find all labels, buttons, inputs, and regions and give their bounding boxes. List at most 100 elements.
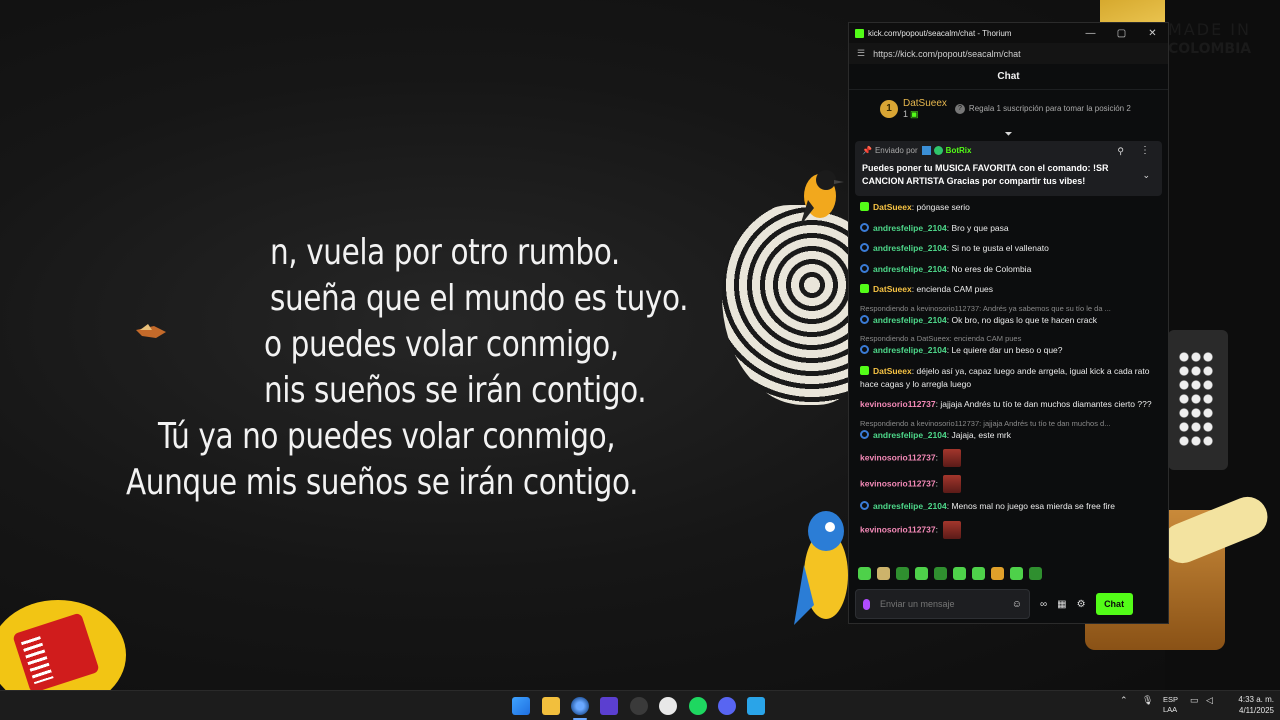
chat-username[interactable]: andresfelipe_2104 [873, 315, 947, 325]
pin-icon: 📌 [862, 146, 872, 155]
close-button[interactable]: ✕ [1137, 23, 1168, 43]
quick-emote[interactable] [915, 566, 928, 580]
chat-username[interactable]: andresfelipe_2104 [873, 243, 947, 253]
window-titlebar[interactable]: kick.com/popout/seacalm/chat - Thorium —… [849, 23, 1168, 43]
og-badge-icon [860, 243, 869, 252]
file-explorer-icon[interactable] [542, 697, 560, 715]
quick-emote[interactable] [1029, 566, 1042, 580]
site-settings-icon[interactable]: ☰ [857, 48, 865, 59]
emoji-picker-icon[interactable]: ☺ [1012, 599, 1022, 610]
lang-bottom: LAA [1163, 705, 1178, 714]
minimize-button[interactable]: — [1075, 23, 1106, 43]
quick-emote[interactable] [858, 566, 871, 580]
chat-message[interactable]: DatSueex: encienda CAM pues [860, 283, 1160, 296]
quick-emote-bar [849, 561, 1168, 585]
chat-username[interactable]: DatSueex [873, 202, 912, 212]
show-hidden-icons[interactable]: ⌃ [1120, 695, 1128, 706]
chat-message[interactable]: andresfelipe_2104: Le quiere dar un beso… [860, 344, 1160, 357]
chevron-down-icon[interactable]: ⌄ [1142, 170, 1150, 181]
quick-emote[interactable] [972, 566, 985, 580]
reply-context[interactable]: Respondiendo a DatSueex: encienda CAM pu… [860, 334, 1160, 344]
code-editor-icon[interactable] [600, 697, 618, 715]
quick-emote[interactable] [896, 566, 909, 580]
chat-message-text: Le quiere dar un beso o que? [951, 345, 1063, 355]
pinned-sender[interactable]: BotRix [946, 146, 972, 155]
chat-username[interactable]: andresfelipe_2104 [873, 223, 947, 233]
browser-icon[interactable] [571, 697, 589, 715]
network-icon[interactable]: ▭ [1190, 695, 1199, 706]
clock-time: 4:33 a. m. [1238, 695, 1274, 704]
separator: : [935, 452, 941, 463]
quick-emote[interactable] [1010, 566, 1023, 580]
app-icon[interactable] [747, 697, 765, 715]
chat-message[interactable]: kevinosorio112737: [860, 449, 1160, 467]
chat-username[interactable]: DatSueex [873, 284, 912, 294]
chat-message[interactable]: kevinosorio112737: [860, 474, 1160, 493]
separator: : [935, 477, 941, 488]
emote-image[interactable] [943, 449, 962, 467]
verified-icon [933, 146, 943, 155]
lyric-line: Tú ya no puedes volar conmigo, [158, 416, 616, 457]
quick-emote[interactable] [991, 566, 1004, 580]
chat-username[interactable]: andresfelipe_2104 [873, 264, 947, 274]
spotify-icon[interactable] [689, 697, 707, 715]
chat-username[interactable]: kevinosorio112737 [860, 524, 936, 534]
reply-context[interactable]: Respondiendo a kevinosorio112737: jajjaj… [860, 419, 1160, 429]
bird-illustration [136, 324, 166, 338]
leader-count: 1 [903, 108, 909, 119]
more-options-icon[interactable]: ⋮ [1140, 145, 1150, 156]
unpin-icon[interactable]: ⚲ [1117, 146, 1124, 157]
emote-image[interactable] [943, 520, 962, 539]
quick-emote[interactable] [953, 566, 966, 580]
infinity-icon[interactable]: ∞ [1040, 599, 1047, 610]
mic-icon[interactable] [863, 598, 870, 610]
pinned-message[interactable]: 📌 Enviado por BotRix Puedes poner tu MUS… [855, 141, 1162, 196]
system-clock[interactable]: 4:33 a. m. 4/11/2025 [1226, 694, 1274, 716]
chat-username[interactable]: DatSueex [873, 366, 912, 376]
chat-message-list[interactable]: DatSueex: póngase serio andresfelipe_2104… [849, 196, 1168, 561]
gift-leaderboard[interactable]: 1 DatSueex 1 ▣ ? Regala 1 suscripción pa… [849, 90, 1168, 127]
accordion-illustration [1168, 330, 1228, 470]
maximize-button[interactable]: ▢ [1106, 23, 1137, 43]
chat-message[interactable]: DatSueex: póngase serio [860, 201, 1160, 214]
chat-input[interactable] [880, 599, 1012, 609]
reply-context[interactable]: Respondiendo a kevinosorio112737: Andrés… [860, 304, 1160, 314]
leader-name[interactable]: DatSueex [903, 98, 947, 109]
emote-image[interactable] [943, 474, 962, 493]
chat-message[interactable]: kevinosorio112737: [860, 520, 1160, 539]
chat-message[interactable]: DatSueex: déjelo así ya, capaz luego and… [860, 365, 1160, 391]
microphone-icon[interactable]: 🎙 [1142, 695, 1153, 706]
collapse-leaderboard-icon[interactable]: ⏷ [849, 127, 1168, 141]
chat-username[interactable]: andresfelipe_2104 [873, 430, 947, 440]
chat-title: Chat [997, 71, 1020, 82]
chat-header: Chat [849, 64, 1168, 90]
chat-username[interactable]: kevinosorio112737 [860, 478, 936, 488]
send-chat-button[interactable]: Chat [1095, 593, 1133, 615]
obs-icon[interactable] [630, 697, 648, 715]
chat-message[interactable]: kevinosorio112737: jajjaja Andrés tu tío… [860, 398, 1160, 411]
windows-start-icon[interactable] [512, 697, 530, 715]
volume-icon[interactable]: ◁ [1206, 695, 1213, 706]
chat-username[interactable]: andresfelipe_2104 [873, 501, 947, 511]
chat-message[interactable]: andresfelipe_2104: Jajaja, este mrk [860, 429, 1160, 442]
chat-input-box[interactable]: ☺ [855, 589, 1030, 619]
store-icon[interactable]: ▦ [1057, 599, 1066, 610]
url-text[interactable]: https://kick.com/popout/seacalm/chat [873, 49, 1021, 59]
discord-icon[interactable] [718, 697, 736, 715]
chat-message[interactable]: andresfelipe_2104: Si no te gusta el val… [860, 242, 1160, 255]
og-badge-icon [860, 501, 869, 510]
chat-username[interactable]: kevinosorio112737 [860, 399, 936, 409]
chat-message[interactable]: andresfelipe_2104: Menos mal no juego es… [860, 500, 1160, 513]
quick-emote[interactable] [877, 566, 890, 580]
chat-message[interactable]: andresfelipe_2104: No eres de Colombia [860, 263, 1160, 276]
camera-app-icon[interactable] [659, 697, 677, 715]
chat-username[interactable]: kevinosorio112737 [860, 452, 936, 462]
quick-emote[interactable] [934, 566, 947, 580]
chat-username[interactable]: andresfelipe_2104 [873, 345, 947, 355]
chat-message[interactable]: andresfelipe_2104: Ok bro, no digas lo q… [860, 314, 1160, 327]
gear-icon[interactable]: ⚙ [1077, 599, 1086, 610]
chat-message[interactable]: andresfelipe_2104: Bro y que pasa [860, 222, 1160, 235]
language-indicator[interactable]: ESP LAA [1163, 695, 1178, 715]
og-badge-icon [860, 222, 869, 232]
address-bar[interactable]: ☰ https://kick.com/popout/seacalm/chat [849, 43, 1168, 64]
